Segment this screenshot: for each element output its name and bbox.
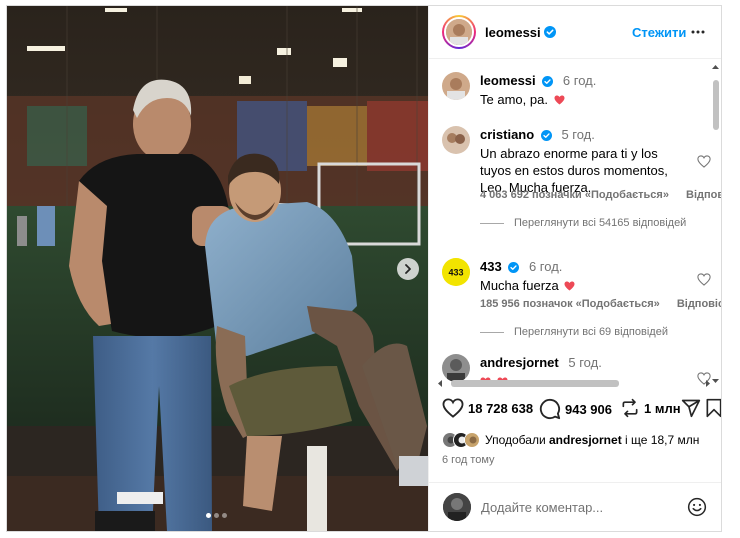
next-slide-button[interactable] [397, 258, 419, 280]
avatar-image [442, 72, 470, 100]
comment-input[interactable] [481, 497, 671, 517]
comment-time[interactable]: 5 год. [568, 355, 601, 370]
post-photo[interactable] [7, 6, 428, 531]
comment-text: Mucha fuerza [480, 277, 692, 294]
scrollbar-thumb[interactable] [451, 380, 619, 387]
comment-avatar[interactable]: 433 [442, 258, 470, 286]
comment-meta: 4 063 692 позначки «Подобається» Відпові… [480, 189, 721, 201]
repost-button[interactable]: 1 млн [620, 398, 681, 418]
more-options-icon[interactable] [690, 24, 706, 40]
liked-by-user[interactable]: andresjornet [549, 433, 622, 447]
heart-emoji-icon [564, 281, 575, 291]
carousel-dots [206, 513, 227, 518]
liked-by-text: Уподобали andresjornet і ще 18,7 млн [485, 433, 699, 447]
comment-item: 433 433 6 год. Mucha fuerza 185 956 позн… [442, 258, 721, 348]
comment-time[interactable]: 5 год. [561, 127, 594, 142]
liked-by-prefix: Уподобали [485, 433, 546, 447]
post-sidebar: leomessi Стежити leomessi 6 год. Te amo,… [428, 6, 721, 531]
comment-avatar[interactable] [442, 126, 470, 154]
add-comment-bar [429, 482, 721, 531]
verified-badge-icon [540, 130, 552, 142]
post-photo-image [7, 6, 428, 531]
share-icon [681, 399, 701, 418]
verified-badge-icon [542, 76, 554, 88]
comment-button[interactable]: 943 906 [539, 398, 612, 420]
post-timestamp[interactable]: 6 год тому [442, 454, 495, 466]
comment-likes[interactable]: 4 063 692 позначки «Подобається» [480, 189, 669, 201]
verified-badge-icon [508, 262, 520, 274]
comment-username[interactable]: 433 [480, 259, 502, 274]
vertical-scrollbar[interactable] [711, 60, 720, 390]
post-modal: leomessi Стежити leomessi 6 год. Te amo,… [6, 5, 722, 532]
carousel-dot [206, 513, 211, 518]
caption-item: leomessi 6 год. Te amo, pa. [442, 72, 712, 112]
scroll-right-arrow-icon[interactable] [705, 379, 711, 388]
like-comment-icon[interactable] [697, 273, 711, 286]
verified-badge-icon [543, 26, 556, 38]
comments-count: 943 906 [565, 401, 612, 417]
comment-icon [539, 398, 561, 420]
post-header: leomessi Стежити [429, 6, 721, 59]
comment-text-content: Mucha fuerza [480, 278, 559, 293]
comment-likes[interactable]: 185 956 позначок «Подобається» [480, 298, 660, 310]
avatar-image [443, 493, 471, 521]
carousel-dot [222, 513, 227, 518]
like-comment-icon[interactable] [697, 155, 711, 168]
save-icon [706, 398, 721, 418]
caption-text: Te amo, pa. [480, 91, 692, 108]
horizontal-scrollbar[interactable] [437, 377, 713, 389]
comment-item: cristiano 5 год. Un abrazo enorme para t… [442, 126, 721, 246]
scroll-left-arrow-icon[interactable] [437, 379, 443, 388]
author-avatar-image [446, 19, 472, 45]
heart-icon [442, 398, 464, 418]
comment-meta: 185 956 позначок «Подобається» Відповіст… [480, 298, 721, 310]
author-avatar[interactable] [442, 15, 476, 49]
comment-username[interactable]: andresjornet [480, 355, 559, 370]
scrollbar-thumb[interactable] [713, 80, 719, 130]
chevron-right-icon [405, 264, 411, 274]
comment-username[interactable]: leomessi [480, 73, 536, 88]
carousel-dot [214, 513, 219, 518]
emoji-icon[interactable] [687, 497, 707, 517]
scroll-up-arrow-icon[interactable] [711, 64, 720, 70]
repost-icon [622, 398, 638, 418]
comment-time[interactable]: 6 год. [563, 73, 596, 88]
current-user-avatar [443, 493, 471, 521]
share-button[interactable] [681, 398, 701, 418]
likes-count: 18 728 638 [468, 400, 534, 416]
caption-text-content: Te amo, pa. [480, 92, 548, 107]
view-replies-button[interactable]: Переглянути всі 69 відповідей [480, 326, 668, 338]
comment-avatar[interactable] [442, 72, 470, 100]
avatar-image [442, 126, 470, 154]
comment-username[interactable]: cristiano [480, 127, 534, 142]
liker-avatar [464, 432, 480, 448]
liked-by-others[interactable]: і ще 18,7 млн [625, 433, 699, 447]
author-username[interactable]: leomessi [485, 25, 541, 40]
avatar-image [465, 433, 479, 447]
heart-emoji-icon [554, 95, 565, 105]
view-replies-button[interactable]: Переглянути всі 54165 відповідей [480, 217, 686, 229]
save-button[interactable] [705, 398, 721, 418]
svg-text:433: 433 [448, 268, 463, 278]
comments-list[interactable]: leomessi 6 год. Te amo, pa. cristiano 5 … [429, 60, 721, 390]
liked-by: Уподобали andresjornet і ще 18,7 млн [442, 431, 699, 449]
follow-button[interactable]: Стежити [632, 25, 686, 40]
avatar-image: 433 [442, 258, 470, 286]
reposts-count: 1 млн [644, 400, 681, 416]
comment-time[interactable]: 6 год. [529, 259, 562, 274]
like-button[interactable]: 18 728 638 [442, 398, 533, 418]
post-actions: 18 728 638 943 906 1 млн [429, 398, 721, 428]
